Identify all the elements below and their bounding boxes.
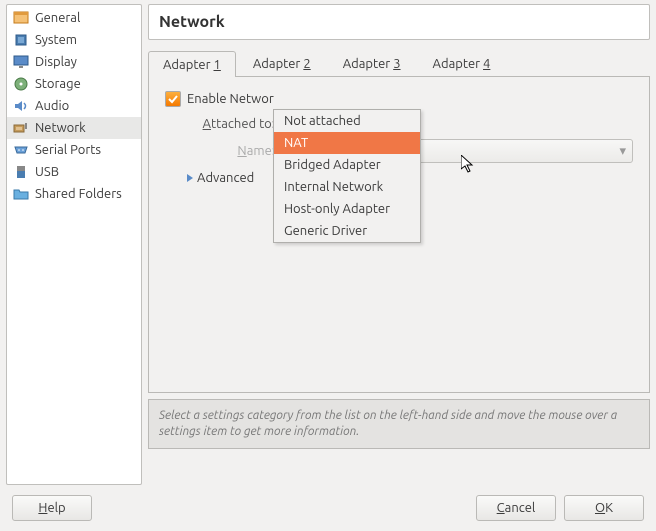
help-button[interactable]: Help (12, 495, 92, 521)
general-icon (13, 10, 29, 26)
tab-adapter-2[interactable]: Adapter 2 (238, 50, 326, 76)
sidebar-label: Storage (35, 77, 81, 91)
hint-box: Select a settings category from the list… (148, 399, 650, 449)
sidebar-item-shared[interactable]: Shared Folders (7, 183, 141, 205)
main-panel: Network Adapter 1 Adapter 2 Adapter 3 Ad… (148, 4, 650, 485)
sidebar-label: Network (35, 121, 86, 135)
adapter-tabs: Adapter 1 Adapter 2 Adapter 3 Adapter 4 (148, 50, 650, 77)
combo-arrows-icon: ▾ (619, 144, 626, 159)
network-icon (13, 120, 29, 136)
tab-adapter-4[interactable]: Adapter 4 (418, 50, 506, 76)
name-label: Name: (187, 144, 283, 158)
sidebar-label: Display (35, 55, 77, 69)
sidebar-item-audio[interactable]: Audio (7, 95, 141, 117)
ok-button[interactable]: OK (564, 495, 644, 521)
tab-adapter-1[interactable]: Adapter 1 (148, 51, 236, 77)
sidebar-item-network[interactable]: Network (7, 117, 141, 139)
dropdown-item-hostonly[interactable]: Host-only Adapter (274, 198, 420, 220)
sidebar-label: Audio (35, 99, 69, 113)
page-title: Network (159, 13, 639, 31)
enable-adapter-label: Enable Networ (187, 92, 274, 106)
attached-to-label: Attached to: (187, 117, 283, 131)
advanced-label: Advanced (197, 171, 254, 185)
triangle-right-icon (187, 174, 193, 182)
enable-adapter-checkbox[interactable] (165, 91, 181, 107)
display-icon (13, 54, 29, 70)
tab-adapter-3[interactable]: Adapter 3 (328, 50, 416, 76)
sidebar-item-usb[interactable]: USB (7, 161, 141, 183)
chip-icon (13, 32, 29, 48)
adapter-page: Enable Networ Attached to: Name: ▾ Advan… (148, 77, 650, 393)
sidebar-label: System (35, 33, 77, 47)
usb-icon (13, 164, 29, 180)
sidebar-item-display[interactable]: Display (7, 51, 141, 73)
dropdown-item-bridged[interactable]: Bridged Adapter (274, 154, 420, 176)
sidebar-item-serial[interactable]: Serial Ports (7, 139, 141, 161)
sidebar-item-system[interactable]: System (7, 29, 141, 51)
sidebar-label: USB (35, 165, 59, 179)
cancel-button[interactable]: Cancel (476, 495, 556, 521)
sidebar-label: Serial Ports (35, 143, 101, 157)
sidebar-item-storage[interactable]: Storage (7, 73, 141, 95)
dropdown-item-internal[interactable]: Internal Network (274, 176, 420, 198)
footer: Help Cancel OK (0, 485, 656, 531)
dropdown-item-generic[interactable]: Generic Driver (274, 220, 420, 242)
sidebar-item-general[interactable]: General (7, 7, 141, 29)
page-title-box: Network (148, 4, 650, 40)
sidebar-label: Shared Folders (35, 187, 122, 201)
hint-text: Select a settings category from the list… (159, 408, 639, 440)
attached-to-dropdown: Not attached NAT Bridged Adapter Interna… (273, 109, 421, 243)
folder-icon (13, 186, 29, 202)
sidebar: General System Display Storage Audio Net… (6, 4, 142, 485)
audio-icon (13, 98, 29, 114)
storage-icon (13, 76, 29, 92)
dropdown-item-nat[interactable]: NAT (274, 132, 420, 154)
serial-icon (13, 142, 29, 158)
dropdown-item-not-attached[interactable]: Not attached (274, 110, 420, 132)
sidebar-label: General (35, 11, 80, 25)
